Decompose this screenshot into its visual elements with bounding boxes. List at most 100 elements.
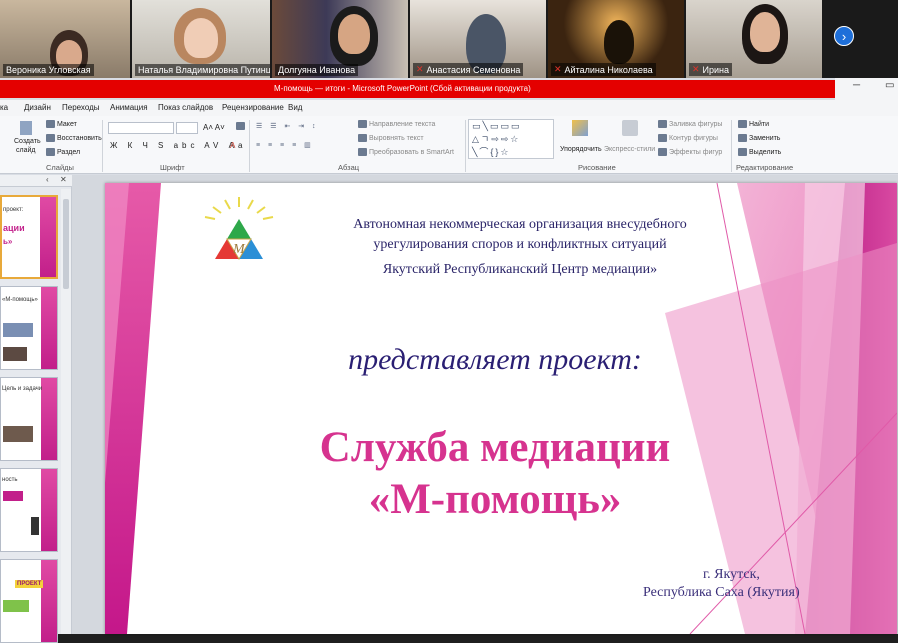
pane-header: ‹ ✕ — [0, 175, 72, 187]
layout-button[interactable]: Макет — [46, 120, 77, 128]
align-text-icon — [358, 134, 367, 142]
font-color-icon[interactable]: A — [230, 141, 235, 150]
powerpoint-window: М-помощь — итоги - Microsoft PowerPoint … — [0, 78, 898, 643]
ribbon-tabs: ка Дизайн Переходы Анимация Показ слайдо… — [0, 100, 898, 116]
participant-tile[interactable]: ✕ Анастасия Семеновна — [410, 0, 546, 78]
restore-icon[interactable]: ▭ — [885, 80, 894, 91]
slide-thumbnails-pane: ‹ ✕ проект: ации ь» «М-помощь» Цель и за… — [0, 175, 72, 643]
svg-text:М: М — [232, 242, 246, 257]
tab-transitions[interactable]: Переходы — [62, 103, 100, 112]
service-title-line-1: Служба медиации — [319, 424, 671, 471]
slide-thumbnail[interactable]: ность — [0, 468, 58, 552]
align-text-button[interactable]: Выровнять текст — [358, 134, 424, 142]
new-slide-button[interactable]: Создать — [14, 138, 41, 145]
font-style-buttons[interactable]: Ж К Ч S abc AV Аа — [110, 141, 246, 150]
window-controls: ─ ▭ — [835, 78, 898, 100]
city-line-1: г. Якутск, — [703, 567, 760, 582]
shape-fill-icon — [658, 120, 667, 128]
ribbon-separator — [465, 120, 466, 172]
clear-format-icon[interactable] — [236, 122, 247, 130]
find-button[interactable]: Найти — [738, 120, 769, 128]
align-buttons[interactable]: ≡ ≡ ≡ ≡ ▥ — [256, 141, 314, 149]
slide-editor: М Автономная некоммерческая организация … — [72, 175, 898, 634]
text-direction-button[interactable]: Направление текста — [358, 120, 435, 128]
logo: М — [204, 197, 274, 260]
participant-name: Вероника Угловская — [3, 64, 94, 76]
slide-thumbnail[interactable]: проект: ации ь» — [0, 195, 58, 279]
group-label-drawing: Рисование — [578, 163, 616, 172]
font-grow-icon[interactable]: A˄ A˅ — [203, 123, 225, 132]
quick-styles-icon[interactable] — [622, 120, 638, 136]
org-line-1: Автономная некоммерческая организация вн… — [353, 217, 687, 232]
participant-name: ✕ Ирина — [689, 63, 733, 76]
pane-scrollbar[interactable] — [61, 189, 71, 634]
reset-icon — [46, 134, 55, 142]
tab-insert[interactable]: ка — [0, 103, 8, 112]
participant-strip: Вероника Угловская Наталья Владимировна … — [0, 0, 898, 78]
org-line-3: Якутский Республиканский Центр медиации» — [382, 262, 658, 277]
participant-tile[interactable]: Долгуяна Иванова — [272, 0, 408, 78]
slide-thumbnail[interactable]: ПРОЕКТ — [0, 559, 58, 643]
org-line-2: урегулирования споров и конфликтных ситу… — [373, 237, 667, 252]
tab-review[interactable]: Рецензирование — [222, 103, 284, 112]
shape-fill-button[interactable]: Заливка фигуры — [658, 120, 722, 128]
select-button[interactable]: Выделить — [738, 148, 781, 156]
mic-off-icon: ✕ — [554, 64, 562, 74]
section-icon — [46, 148, 55, 156]
tab-view[interactable]: Вид — [288, 103, 302, 112]
arrange-button[interactable]: Упорядочить — [560, 146, 602, 153]
tab-design[interactable]: Дизайн — [24, 103, 51, 112]
shape-effects-button[interactable]: Эффекты фигур — [658, 148, 722, 156]
smartart-icon — [358, 148, 367, 156]
new-slide-icon[interactable] — [20, 121, 32, 135]
quick-styles-button[interactable]: Экспресс-стили — [604, 146, 655, 153]
ribbon-separator — [249, 120, 250, 172]
pane-collapse-icon[interactable]: ‹ — [46, 175, 49, 184]
minimize-icon[interactable]: ─ — [853, 80, 860, 91]
participant-tile[interactable]: Вероника Угловская — [0, 0, 130, 78]
slide-thumbnail[interactable]: «М-помощь» — [0, 286, 58, 370]
smartart-button[interactable]: Преобразовать в SmartArt — [358, 148, 454, 156]
arrange-icon[interactable] — [572, 120, 588, 136]
replace-icon — [738, 134, 747, 142]
pane-close-icon[interactable]: ✕ — [60, 175, 67, 184]
replace-button[interactable]: Заменить — [738, 134, 780, 142]
chevron-right-icon[interactable]: › — [834, 26, 854, 46]
section-button[interactable]: Раздел — [46, 148, 80, 156]
tab-slideshow[interactable]: Показ слайдов — [158, 103, 213, 112]
group-label-editing: Редактирование — [736, 163, 794, 172]
window-title: М-помощь — итоги - Microsoft PowerPoint … — [0, 80, 835, 98]
city-line-2: Республика Саха (Якутия) — [643, 585, 800, 600]
presents-heading: представляет проект: — [348, 343, 642, 376]
ribbon-separator — [102, 120, 103, 172]
font-size-select[interactable] — [176, 122, 198, 134]
slide-canvas[interactable]: М Автономная некоммерческая организация … — [105, 183, 897, 634]
participant-tile[interactable]: Наталья Владимировна Путинц... — [132, 0, 270, 78]
tab-animation[interactable]: Анимация — [110, 103, 148, 112]
reset-button[interactable]: Восстановить — [46, 134, 102, 142]
ribbon-separator — [731, 120, 732, 172]
ribbon: Создать слайд Макет Восстановить Раздел … — [0, 116, 898, 174]
font-family-select[interactable] — [108, 122, 174, 134]
service-title-line-2: «М-помощь» — [368, 476, 622, 523]
participant-name: ✕ Айталина Николаева — [551, 63, 656, 76]
participant-tile[interactable]: ✕ Айталина Николаева — [548, 0, 684, 78]
list-buttons[interactable]: ☰ ☰ ⇤ ⇥ ↕ — [256, 122, 319, 130]
text-direction-icon — [358, 120, 367, 128]
binoculars-icon — [738, 120, 747, 128]
participant-name: Наталья Владимировна Путинц... — [135, 64, 270, 76]
shape-outline-button[interactable]: Контур фигуры — [658, 134, 718, 142]
group-label-font: Шрифт — [160, 163, 185, 172]
new-slide-button-label: слайд — [16, 147, 36, 154]
shapes-gallery[interactable]: ▭╲▭▭▭ △ㄱ⇨⇨☆ ╲⌒{}☆ — [468, 119, 554, 159]
participant-name: ✕ Анастасия Семеновна — [413, 63, 524, 76]
slide-thumbnail[interactable]: Цель и задачи — [0, 377, 58, 461]
participant-tile[interactable]: ✕ Ирина — [686, 0, 822, 78]
layout-icon — [46, 120, 55, 128]
group-label-slides: Слайды — [46, 163, 74, 172]
group-label-paragraph: Абзац — [338, 163, 360, 172]
shape-outline-icon — [658, 134, 667, 142]
shape-effects-icon — [658, 148, 667, 156]
participant-name: Долгуяна Иванова — [275, 64, 359, 76]
select-icon — [738, 148, 747, 156]
